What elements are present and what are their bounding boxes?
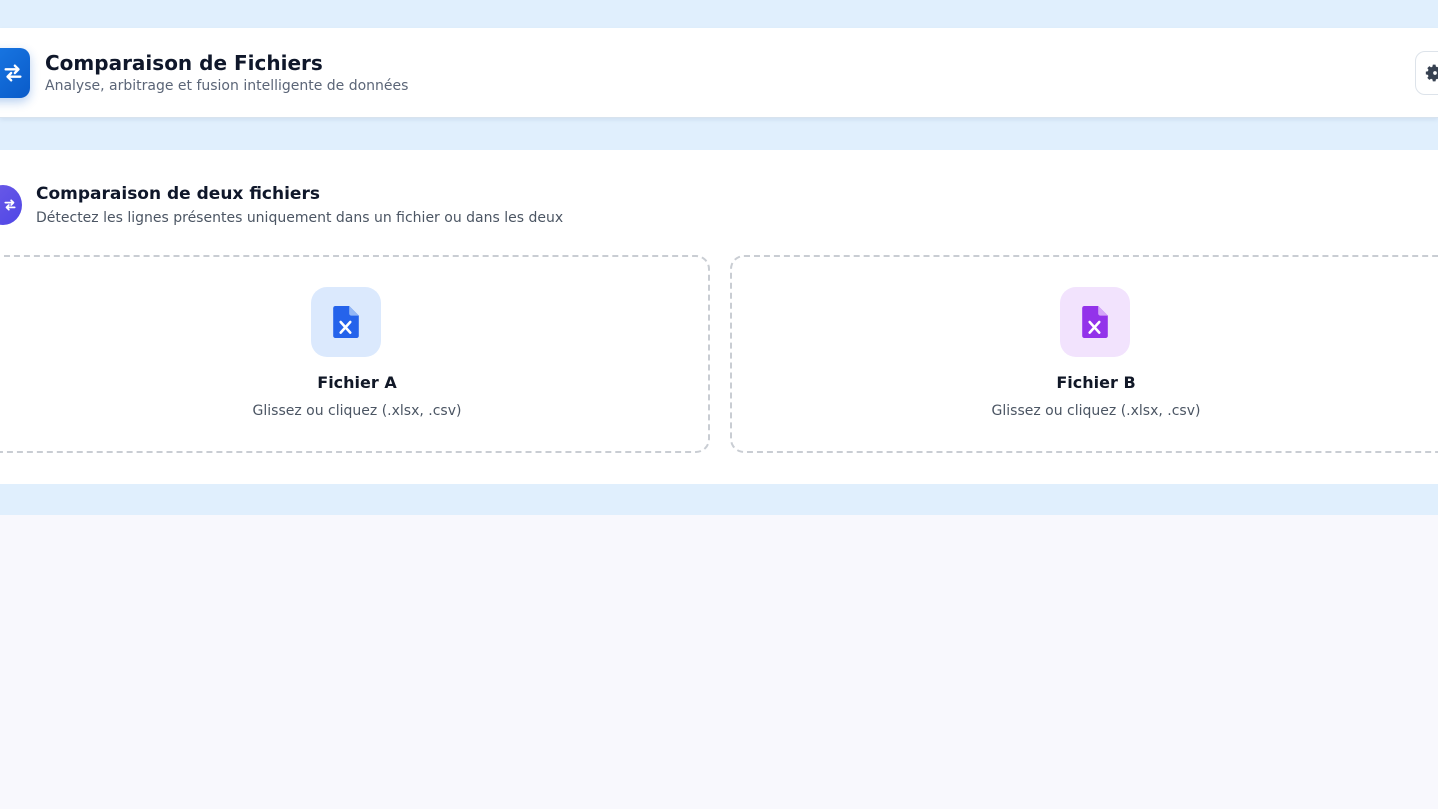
excel-file-icon bbox=[1082, 306, 1108, 338]
dropzone-file-b[interactable]: Fichier B Glissez ou cliquez (.xlsx, .cs… bbox=[730, 255, 1438, 453]
file-b-label: Fichier B bbox=[1056, 373, 1136, 392]
app-header: Comparaison de Fichiers Analyse, arbitra… bbox=[0, 28, 1438, 118]
settings-button[interactable] bbox=[1415, 51, 1438, 95]
card-title: Comparaison de deux fichiers bbox=[36, 184, 320, 204]
file-a-hint: Glissez ou cliquez (.xlsx, .csv) bbox=[252, 403, 462, 419]
page-title: Comparaison de Fichiers bbox=[45, 51, 323, 75]
gear-icon bbox=[1425, 64, 1438, 82]
file-a-icon-tile bbox=[311, 287, 381, 357]
file-b-icon-tile bbox=[1060, 287, 1130, 357]
swap-arrows-icon bbox=[4, 64, 22, 82]
card-icon bbox=[0, 185, 22, 225]
card-subtitle: Détectez les lignes présentes uniquement… bbox=[36, 210, 564, 226]
page-subtitle: Analyse, arbitrage et fusion intelligent… bbox=[45, 78, 409, 94]
dropzone-file-a[interactable]: Fichier A Glissez ou cliquez (.xlsx, .cs… bbox=[0, 255, 710, 453]
file-a-label: Fichier A bbox=[317, 373, 397, 392]
file-b-hint: Glissez ou cliquez (.xlsx, .csv) bbox=[991, 403, 1201, 419]
excel-file-icon bbox=[333, 306, 359, 338]
compare-card: Comparaison de deux fichiers Détectez le… bbox=[0, 150, 1438, 484]
swap-arrows-icon bbox=[4, 199, 16, 211]
app-logo bbox=[0, 48, 30, 98]
